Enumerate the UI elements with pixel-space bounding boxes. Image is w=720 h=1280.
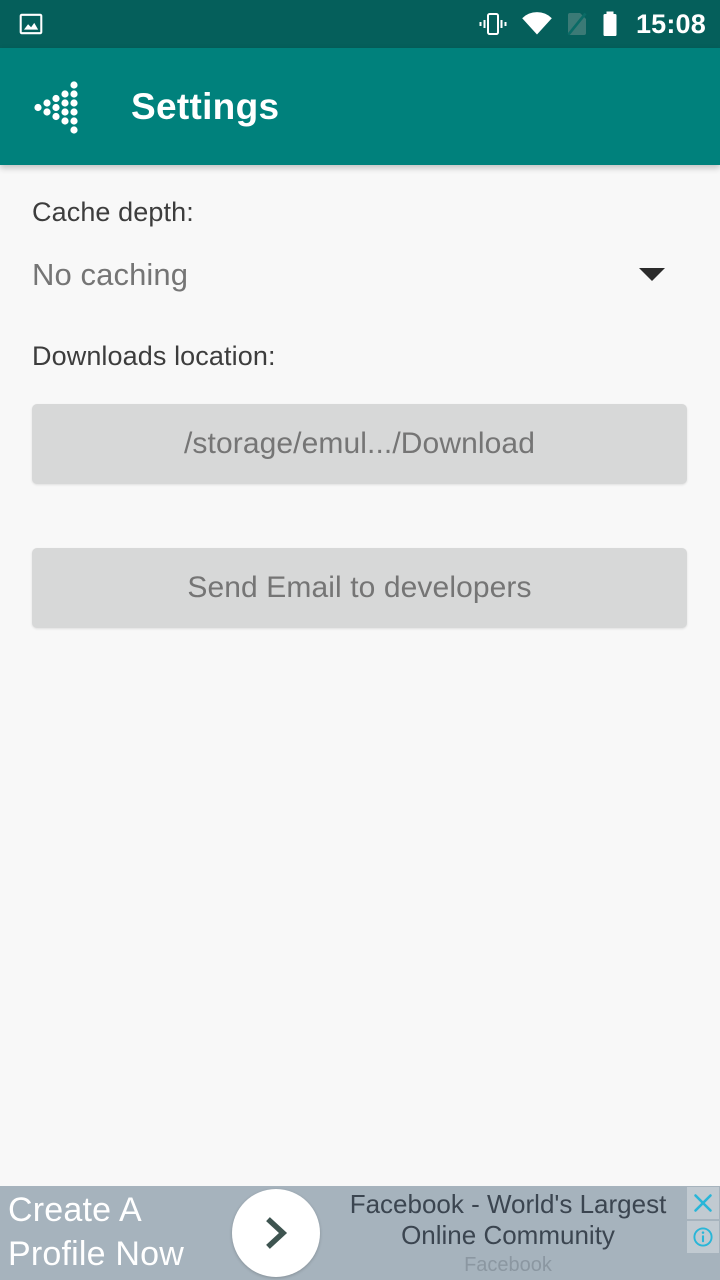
status-bar: 15:08 xyxy=(0,0,720,48)
settings-content: Cache depth: No caching Downloads locati… xyxy=(0,165,720,1186)
ad-controls xyxy=(686,1186,720,1280)
ad-title-line-1: Facebook - World's Largest xyxy=(349,1189,667,1220)
image-icon xyxy=(18,11,44,37)
wifi-icon xyxy=(521,11,553,37)
cache-depth-value: No caching xyxy=(32,256,189,292)
app-bar: Settings xyxy=(0,48,720,165)
status-bar-clock: 15:08 xyxy=(635,8,706,39)
vibrate-icon xyxy=(478,10,508,38)
status-bar-system-icons: 15:08 xyxy=(478,10,706,38)
chevron-right-icon xyxy=(232,1189,320,1277)
info-icon[interactable] xyxy=(687,1221,719,1253)
dotted-left-arrow-logo-icon[interactable] xyxy=(33,80,81,134)
cache-depth-label: Cache depth: xyxy=(32,197,194,227)
ad-cta-button[interactable] xyxy=(228,1186,324,1280)
ad-advertiser-name: Facebook xyxy=(464,1253,552,1276)
ad-headline-line-2: Profile Now xyxy=(8,1235,185,1273)
ad-headline: Create A Profile Now xyxy=(0,1186,228,1280)
ad-headline-line-1: Create A xyxy=(8,1191,142,1230)
chevron-down-icon xyxy=(639,267,665,281)
battery-icon xyxy=(601,10,619,38)
ad-title-line-2: Online Community xyxy=(401,1219,615,1250)
status-bar-notifications xyxy=(18,11,44,37)
ad-text-block: Facebook - World's Largest Online Commun… xyxy=(324,1186,686,1280)
close-icon[interactable] xyxy=(687,1187,719,1219)
no-sim-icon xyxy=(566,10,588,38)
ad-banner[interactable]: Create A Profile Now Facebook - World's … xyxy=(0,1186,720,1280)
phone-screen: 15:08 Settings Cache depth: No caching D… xyxy=(0,0,720,1280)
cache-depth-spinner[interactable]: No caching xyxy=(32,245,688,303)
downloads-location-button[interactable]: /storage/emul.../Download xyxy=(32,404,687,484)
page-title: Settings xyxy=(131,86,280,127)
send-email-to-developers-button[interactable]: Send Email to developers xyxy=(32,548,687,628)
downloads-location-label: Downloads location: xyxy=(32,341,276,371)
